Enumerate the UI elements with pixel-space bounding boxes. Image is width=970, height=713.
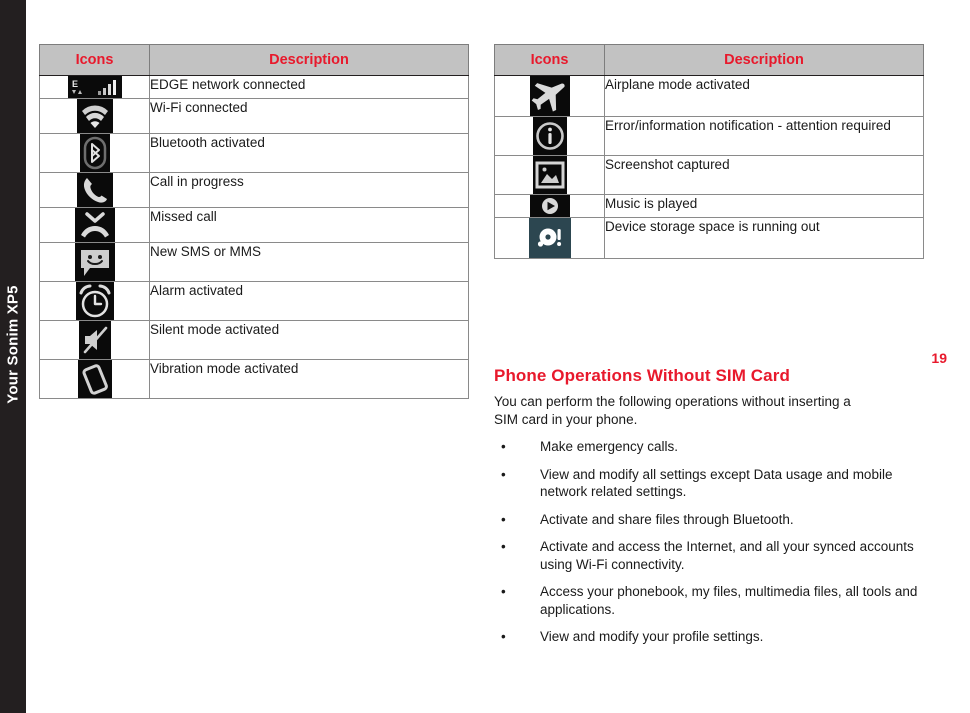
icon-cell xyxy=(39,172,150,208)
description-cell: Wi-Fi connected xyxy=(149,98,469,134)
list-item-label: Make emergency calls. xyxy=(540,439,679,455)
description-cell: Vibration mode activated xyxy=(149,359,469,399)
manual-page: Your Sonim XP5 19 Icons Description E ED… xyxy=(0,0,970,713)
description-cell: Airplane mode activated xyxy=(604,75,924,117)
column-header-description: Description xyxy=(149,44,469,76)
list-item: • Make emergency calls. xyxy=(494,438,924,456)
list-item-label: Activate and access the Internet, and al… xyxy=(540,539,914,572)
status-icon-table-right: Icons Description Airplane mode activate… xyxy=(494,44,924,259)
section-heading: Phone Operations Without SIM Card xyxy=(494,366,790,385)
column-header-icons: Icons xyxy=(494,44,605,76)
bullet-icon: • xyxy=(501,439,506,455)
icon-cell xyxy=(39,242,150,282)
column-header-icons: Icons xyxy=(39,44,150,76)
table-row: Missed call xyxy=(39,207,469,243)
list-item: • View and modify all settings except Da… xyxy=(494,466,924,501)
table-header-row: Icons Description xyxy=(494,44,924,76)
list-item: • Activate and share files through Bluet… xyxy=(494,511,924,529)
description-cell: New SMS or MMS xyxy=(149,242,469,282)
bullet-icon: • xyxy=(501,584,506,600)
table-row: Alarm activated xyxy=(39,281,469,321)
status-icon-table-left: Icons Description E EDGE network connect… xyxy=(39,44,469,399)
table-row: Silent mode activated xyxy=(39,320,469,360)
description-cell: Device storage space is running out xyxy=(604,217,924,259)
storage-low-icon xyxy=(528,218,571,258)
list-item: • Activate and access the Internet, and … xyxy=(494,538,924,573)
page-number: 19 xyxy=(931,350,947,366)
table-row: Call in progress xyxy=(39,172,469,208)
description-cell: Music is played xyxy=(604,194,924,218)
section-intro-paragraph: You can perform the following operations… xyxy=(494,394,851,427)
alarm-clock-icon xyxy=(75,282,114,320)
table-row: Bluetooth activated xyxy=(39,133,469,173)
icon-cell: E xyxy=(39,75,150,99)
wifi-connected-icon xyxy=(76,99,113,133)
table-row: New SMS or MMS xyxy=(39,242,469,282)
missed-call-icon xyxy=(74,208,115,242)
table-header-row: Icons Description xyxy=(39,44,469,76)
column-header-description: Description xyxy=(604,44,924,76)
description-cell: Missed call xyxy=(149,207,469,243)
table-row: Vibration mode activated xyxy=(39,359,469,399)
operations-bullet-list: • Make emergency calls. • View and modif… xyxy=(494,438,924,646)
svg-text:E: E xyxy=(72,79,78,89)
table-row: Airplane mode activated xyxy=(494,75,924,117)
table-row: Device storage space is running out xyxy=(494,217,924,259)
airplane-mode-icon xyxy=(529,76,570,116)
icon-cell xyxy=(39,207,150,243)
icon-cell xyxy=(494,217,605,259)
description-cell: Bluetooth activated xyxy=(149,133,469,173)
table-row: E EDGE network connected xyxy=(39,75,469,99)
list-item-label: View and modify all settings except Data… xyxy=(540,466,893,500)
silent-mode-icon xyxy=(78,321,111,359)
sim-card-operations-section: Phone Operations Without SIM Card You ca… xyxy=(494,366,924,656)
icon-cell xyxy=(39,320,150,360)
icon-cell xyxy=(494,194,605,218)
description-cell: Call in progress xyxy=(149,172,469,208)
description-cell: Screenshot captured xyxy=(604,155,924,195)
edge-network-icon: E xyxy=(67,76,122,98)
call-in-progress-icon xyxy=(76,173,113,207)
bullet-icon: • xyxy=(501,511,506,527)
icon-cell xyxy=(494,75,605,117)
table-row: Wi-Fi connected xyxy=(39,98,469,134)
icon-cell xyxy=(39,359,150,399)
description-cell: Silent mode activated xyxy=(149,320,469,360)
description-cell: EDGE network connected xyxy=(149,75,469,99)
bluetooth-icon xyxy=(79,134,110,172)
bullet-icon: • xyxy=(501,539,506,555)
description-cell: Alarm activated xyxy=(149,281,469,321)
icon-cell xyxy=(39,133,150,173)
list-item: • Access your phonebook, my files, multi… xyxy=(494,583,924,618)
screenshot-icon xyxy=(532,156,567,194)
sidebar-chapter-label: Your Sonim XP5 xyxy=(4,285,22,404)
icon-cell xyxy=(494,155,605,195)
sidebar-tab: Your Sonim XP5 xyxy=(0,0,26,713)
info-notification-icon xyxy=(532,117,567,155)
list-item-label: Activate and share files through Bluetoo… xyxy=(540,511,794,527)
vibration-mode-icon xyxy=(77,360,112,398)
table-row: Screenshot captured xyxy=(494,155,924,195)
music-play-icon xyxy=(529,195,570,217)
table-row: Music is played xyxy=(494,194,924,218)
list-item-label: View and modify your profile settings. xyxy=(540,629,764,645)
icon-cell xyxy=(39,98,150,134)
list-item-label: Access your phonebook, my files, multime… xyxy=(540,584,918,617)
icon-cell xyxy=(494,116,605,156)
description-cell: Error/information notification - attenti… xyxy=(604,116,924,156)
table-row: Error/information notification - attenti… xyxy=(494,116,924,156)
bullet-icon: • xyxy=(501,629,506,645)
bullet-icon: • xyxy=(501,466,506,482)
list-item: • View and modify your profile settings. xyxy=(494,628,924,646)
new-message-icon xyxy=(74,243,115,281)
icon-cell xyxy=(39,281,150,321)
